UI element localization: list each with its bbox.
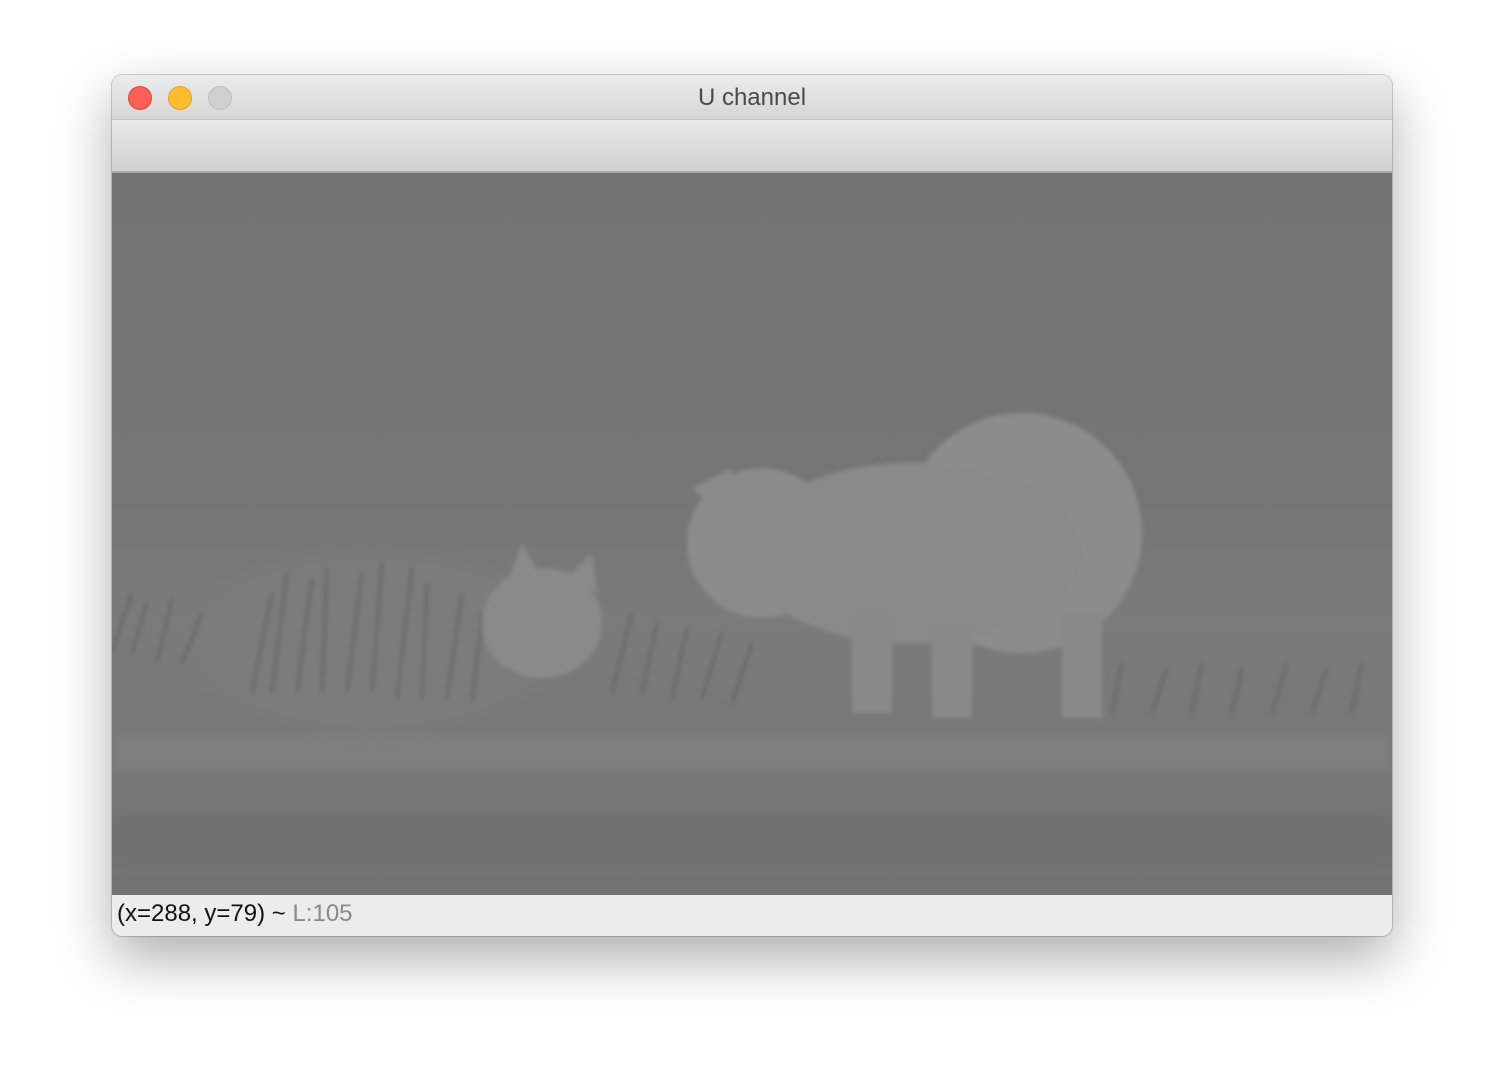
grayscale-cats-image — [112, 173, 1392, 895]
window-title: U channel — [697, 84, 807, 111]
toolbar — [112, 120, 1392, 173]
pixel-value: L:105 — [292, 900, 353, 927]
status-bar: (x=288, y=79) ~ L:105 — [112, 895, 1392, 936]
title-bar[interactable]: U channel — [112, 75, 1392, 120]
image-canvas[interactable] — [112, 173, 1392, 895]
cursor-coordinates: (x=288, y=79) ~ — [117, 900, 293, 927]
image-window: U channel (x=288, y=79) ~ L:105 — [112, 75, 1392, 936]
